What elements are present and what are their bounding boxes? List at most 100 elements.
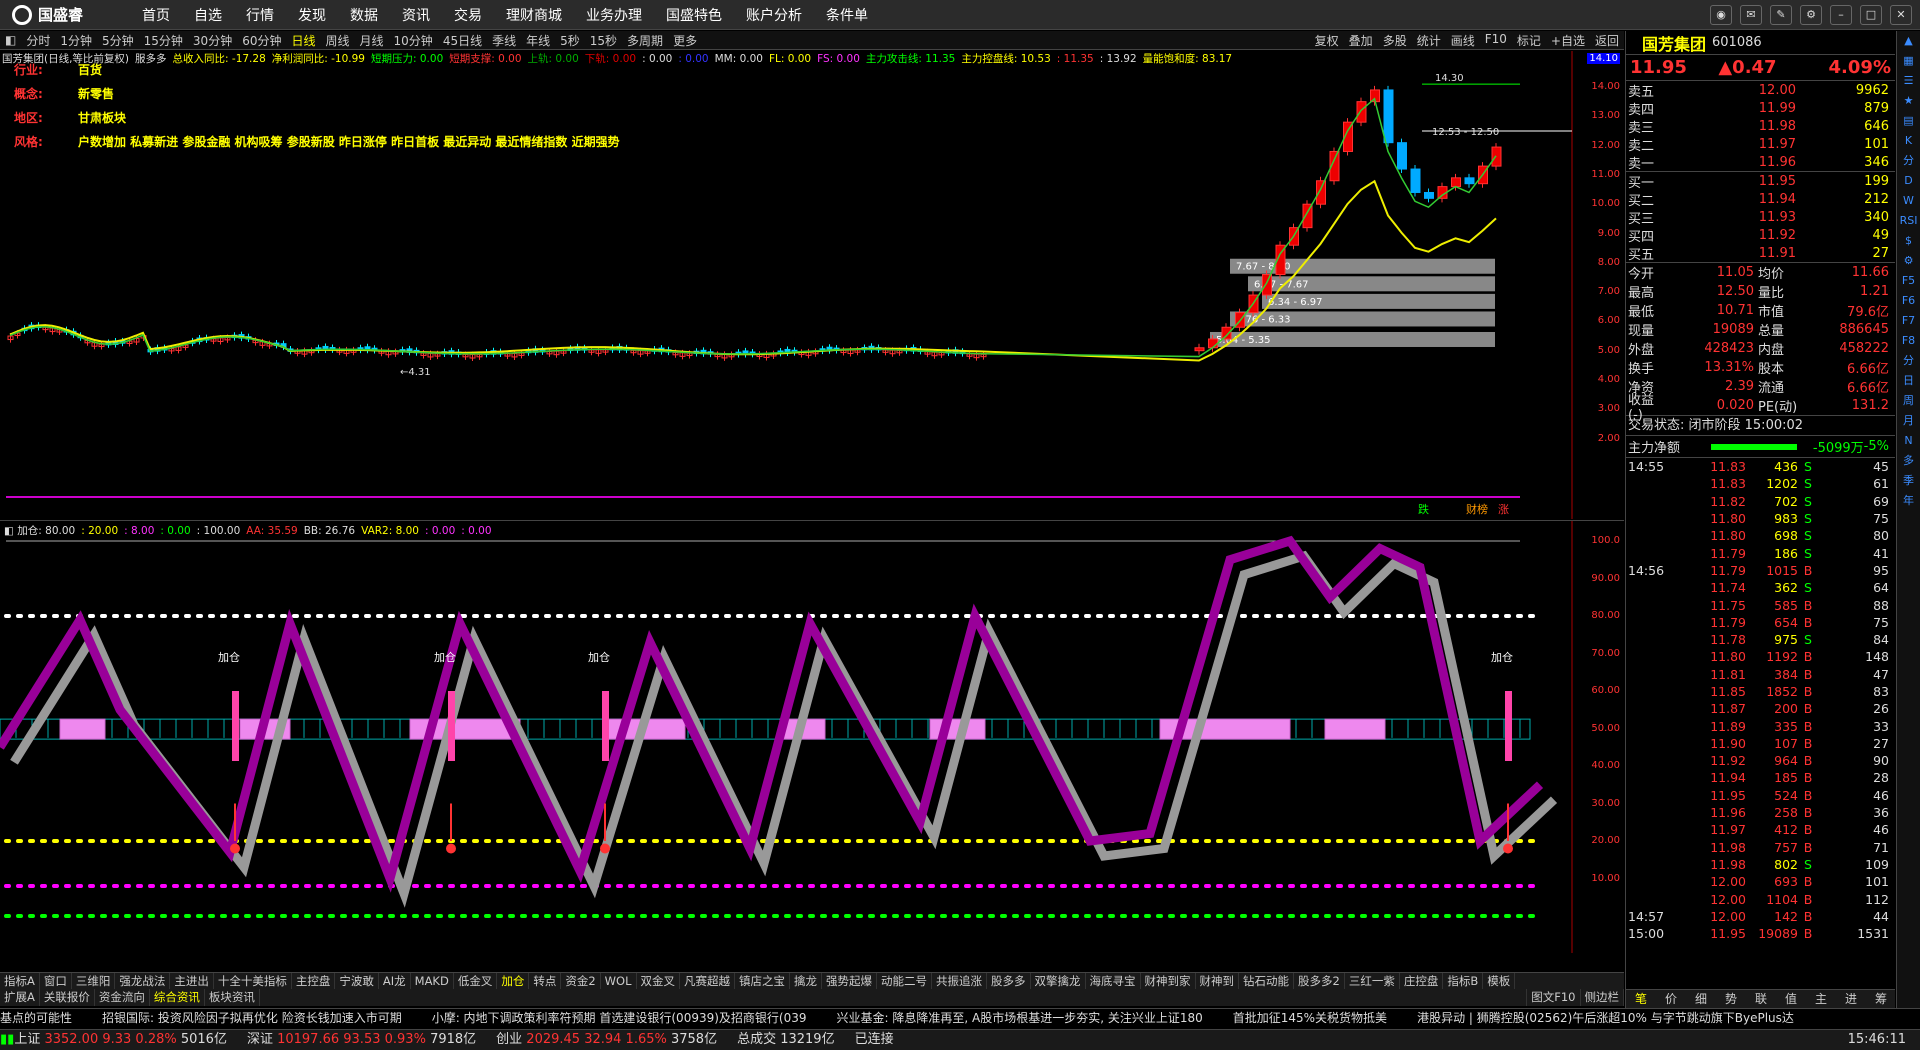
period-tab[interactable]: 更多	[673, 32, 697, 49]
bid-row[interactable]: 买四 11.92 49	[1626, 226, 1895, 245]
extension-right-tab[interactable]: 图文F10	[1527, 989, 1581, 1006]
chart-tool-button[interactable]: 画线	[1451, 32, 1475, 49]
period-tab[interactable]: 45日线	[443, 32, 482, 49]
news-ticker[interactable]: 基点的可能性 招银国际: 投资风险因子拟再优化 险资长钱加速入市可期 小摩: 内地下…	[0, 1008, 1920, 1028]
indicator-tab[interactable]: 窗口	[40, 973, 72, 989]
ask-row[interactable]: 卖五 12.00 9962	[1626, 81, 1895, 100]
side-button[interactable]: F6	[1897, 291, 1920, 311]
chart-tool-button[interactable]: F10	[1485, 32, 1507, 49]
list-icon[interactable]: ☰	[1897, 71, 1920, 91]
extension-tab[interactable]: 板块资讯	[205, 989, 260, 1006]
period-tab[interactable]: 5秒	[560, 32, 580, 49]
bid-row[interactable]: 买一 11.95 199	[1626, 172, 1895, 191]
indicator-tab[interactable]: 三维阳	[72, 973, 116, 989]
indicator-tab[interactable]: 庄控盘	[1400, 973, 1444, 989]
quote-tab[interactable]: 筹	[1866, 990, 1895, 1008]
extension-tab[interactable]: 扩展A	[0, 989, 40, 1006]
quote-tab[interactable]: 联	[1746, 990, 1776, 1008]
close-icon[interactable]: ✕	[1890, 4, 1912, 25]
menu-item[interactable]: 账户分析	[746, 5, 802, 25]
kline-canvas[interactable]: 7.67 - 8.006.97 - 7.676.34 - 6.975.76 - …	[0, 51, 1624, 519]
menu-item[interactable]: 业务办理	[586, 5, 642, 25]
menu-item[interactable]: 国盛特色	[666, 5, 722, 25]
bid-row[interactable]: 买五 11.91 27	[1626, 244, 1895, 263]
indicator-tab[interactable]: 财神到家	[1141, 973, 1196, 989]
tick-list[interactable]: 14:55 11.83 436 S 45 11.83 1202 S 61 11.82 702 S 69 1…	[1626, 458, 1895, 942]
indicator-tab[interactable]: 主进出	[170, 973, 214, 989]
menu-item[interactable]: 资讯	[402, 5, 430, 25]
indicator-tab[interactable]: 镇店之宝	[735, 973, 790, 989]
period-tab[interactable]: 15分钟	[144, 32, 183, 49]
menu-item[interactable]: 自选	[194, 5, 222, 25]
indicator-canvas[interactable]: 加仓加仓加仓加仓2024年1232025/03/20/四45日线	[0, 521, 1624, 953]
chart-tool-button[interactable]: 标记	[1517, 32, 1541, 49]
indicator-tab[interactable]: WOL	[601, 973, 637, 989]
expand-icon[interactable]: ◧	[4, 525, 17, 537]
index-quote[interactable]: 上证 3352.00 9.33 0.28% 5016亿	[14, 1030, 227, 1050]
chart-icon[interactable]: ▤	[1897, 111, 1920, 131]
quote-tab[interactable]: 细	[1686, 990, 1716, 1008]
app-logo[interactable]: 国盛睿	[0, 4, 130, 25]
indicator-tab[interactable]: 主控盘	[292, 973, 336, 989]
menu-item[interactable]: 发现	[298, 5, 326, 25]
side-button[interactable]: $	[1897, 231, 1920, 251]
indicator-tab[interactable]: 股多多2	[1294, 973, 1345, 989]
menu-item[interactable]: 理财商城	[506, 5, 562, 25]
period-tab[interactable]: 15秒	[590, 32, 617, 49]
side-button[interactable]: D	[1897, 171, 1920, 191]
side-button[interactable]: 分	[1897, 151, 1920, 171]
news-item[interactable]: 首批加征145%关税货物抵美	[1233, 1011, 1387, 1025]
menu-item[interactable]: 首页	[142, 5, 170, 25]
indicator-chart[interactable]: 加仓加仓加仓加仓2024年1232025/03/20/四45日线 ◧ 加仓: 8…	[0, 520, 1624, 953]
indicator-tab[interactable]: 十全十美指标	[214, 973, 292, 989]
side-button[interactable]: 分	[1897, 351, 1920, 371]
indicator-tab[interactable]: 加仓	[497, 973, 530, 989]
indicator-tab[interactable]: 动能二号	[877, 973, 932, 989]
ask-row[interactable]: 卖一 11.96 346	[1626, 153, 1895, 172]
extension-tab[interactable]: 资金流向	[95, 989, 150, 1006]
menu-item[interactable]: 行情	[246, 5, 274, 25]
period-tab[interactable]: 年线	[526, 32, 550, 49]
indicator-tab[interactable]: 三红一紫	[1345, 973, 1400, 989]
side-button[interactable]: 月	[1897, 411, 1920, 431]
indicator-tab[interactable]: 宁波敢	[335, 973, 379, 989]
minimize-icon[interactable]: –	[1830, 4, 1852, 25]
ask-row[interactable]: 卖三 11.98 646	[1626, 117, 1895, 136]
indicator-tab[interactable]: 擒龙	[790, 973, 822, 989]
period-tab[interactable]: 月线	[360, 32, 384, 49]
side-button[interactable]: 周	[1897, 391, 1920, 411]
grid-icon[interactable]: ▦	[1897, 51, 1920, 71]
chart-tool-button[interactable]: 统计	[1417, 32, 1441, 49]
indicator-tab[interactable]: 指标B	[1443, 973, 1484, 989]
chart-tool-button[interactable]: 叠加	[1349, 32, 1373, 49]
indicator-tab[interactable]: 指标A	[0, 973, 40, 989]
period-tab[interactable]: 季线	[492, 32, 516, 49]
quote-tab[interactable]: 笔	[1626, 990, 1656, 1008]
indicator-tab[interactable]: 转点	[529, 973, 562, 989]
up-icon[interactable]: ▲	[1897, 31, 1920, 51]
side-button[interactable]: K	[1897, 131, 1920, 151]
period-tab[interactable]: 30分钟	[193, 32, 232, 49]
index-quote[interactable]: 深证 10197.66 93.53 0.93% 7918亿	[247, 1030, 476, 1050]
indicator-tab[interactable]: 股多多	[987, 973, 1031, 989]
news-item[interactable]: 小摩: 内地下调政策利率符预期 首选建设银行(00939)及招商银行(039	[432, 1011, 807, 1025]
bid-row[interactable]: 买三 11.93 340	[1626, 208, 1895, 227]
period-tab[interactable]: 周线	[326, 32, 350, 49]
side-button[interactable]: W	[1897, 191, 1920, 211]
indicator-tab[interactable]: 强龙战法	[115, 973, 171, 989]
maximize-icon[interactable]: □	[1860, 4, 1882, 25]
news-item[interactable]: 港股异动 | 狮腾控股(02562)午后涨超10% 与字节跳动旗下ByePlus…	[1417, 1011, 1794, 1025]
ask-row[interactable]: 卖二 11.97 101	[1626, 135, 1895, 154]
quote-tab[interactable]: 值	[1776, 990, 1806, 1008]
kline-chart[interactable]: 7.67 - 8.00 6.97 - 7.67 6.34 - 6.97 5.76 - …	[0, 51, 1624, 519]
quote-tab[interactable]: 价	[1656, 990, 1686, 1008]
settings-icon[interactable]: ⚙	[1800, 4, 1822, 25]
indicator-tab[interactable]: MAKD	[411, 973, 454, 989]
quote-tab[interactable]: 势	[1716, 990, 1746, 1008]
panel-toggle-icon[interactable]: ◧	[5, 33, 16, 47]
indicator-tab[interactable]: 双金叉	[637, 973, 680, 989]
menu-item[interactable]: 交易	[454, 5, 482, 25]
side-button[interactable]: 日	[1897, 371, 1920, 391]
chart-tool-button[interactable]: +自选	[1551, 32, 1585, 49]
indicator-tab[interactable]: AI龙	[379, 973, 411, 989]
